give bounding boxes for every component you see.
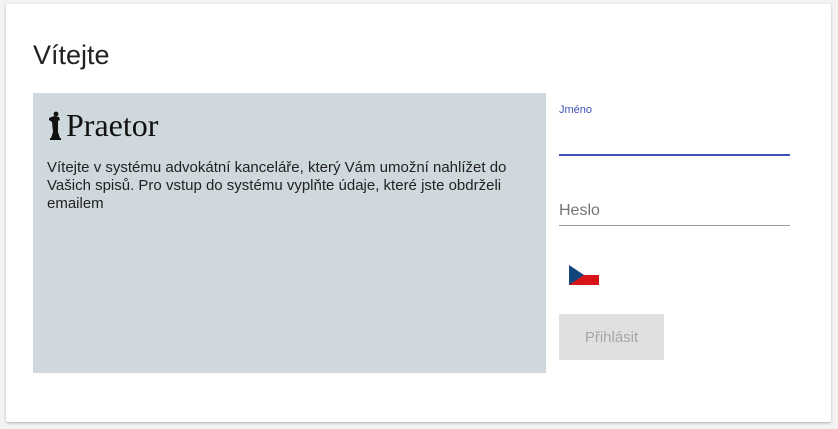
login-button[interactable]: Přihlásit <box>559 314 664 360</box>
password-underline <box>559 225 790 226</box>
czech-flag-icon[interactable] <box>569 265 599 285</box>
username-input[interactable] <box>559 130 790 152</box>
statue-figure-icon <box>49 111 61 140</box>
praetor-logo: Praetor <box>47 107 158 143</box>
password-field[interactable] <box>559 194 790 226</box>
username-underline <box>559 154 790 156</box>
info-panel: Praetor Vítejte v systému advokátní kanc… <box>33 93 546 373</box>
welcome-card: Vítejte Praetor Vítejte v systému advoká… <box>6 4 831 422</box>
welcome-description: Vítejte v systému advokátní kanceláře, k… <box>47 159 507 212</box>
logo-text: Praetor <box>66 107 159 143</box>
username-field[interactable]: Jméno <box>559 104 790 156</box>
password-input[interactable] <box>559 200 790 222</box>
username-label: Jméno <box>559 104 593 116</box>
page-title: Vítejte <box>33 40 110 70</box>
